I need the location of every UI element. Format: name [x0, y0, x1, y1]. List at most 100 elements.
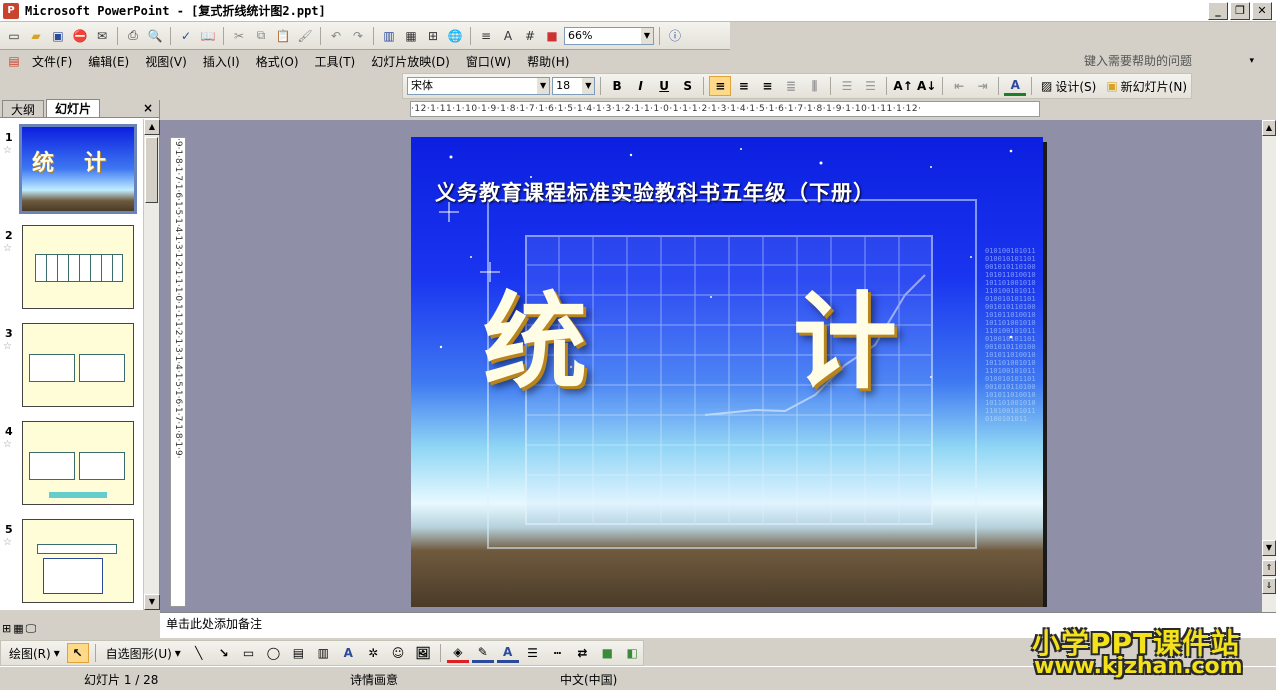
- insert-chart-icon[interactable]: ▥: [379, 26, 399, 46]
- tab-outline[interactable]: 大纲: [2, 100, 45, 117]
- email-icon[interactable]: ✉: [92, 26, 112, 46]
- arrow-style-icon[interactable]: ⇄: [571, 643, 593, 663]
- editor-scrollbar[interactable]: ▲ ▼ ⇑ ⇓: [1262, 120, 1276, 612]
- thumbnail-scrollbar[interactable]: ▲ ▼: [143, 119, 160, 610]
- menu-file[interactable]: 文件(F): [24, 53, 80, 70]
- design-button[interactable]: ▨ 设计(S): [1037, 78, 1100, 95]
- print-icon[interactable]: ⎙: [123, 26, 143, 46]
- menu-slideshow[interactable]: 幻灯片放映(D): [363, 53, 458, 70]
- font-color-icon[interactable]: A: [496, 643, 519, 663]
- scroll-down-icon[interactable]: ▼: [144, 594, 160, 610]
- spelling-icon[interactable]: ✓: [176, 26, 196, 46]
- new-slide-button[interactable]: ▣ 新幻灯片(N): [1102, 78, 1191, 95]
- menu-tools[interactable]: 工具(T): [307, 53, 364, 70]
- horizontal-ruler[interactable]: ·12·1·11·1·10·1·9·1·8·1·7·1·6·1·5·1·4·1·…: [410, 101, 1040, 117]
- align-center-icon[interactable]: ≡: [733, 76, 755, 96]
- zoom-select[interactable]: 66% ▼: [564, 26, 654, 45]
- bold-button[interactable]: B: [606, 76, 628, 96]
- slide-title-char-2[interactable]: 计: [793, 257, 897, 408]
- print-preview-icon[interactable]: 🔍: [145, 26, 165, 46]
- scroll-down-icon[interactable]: ▼: [1262, 540, 1276, 556]
- previous-slide-icon[interactable]: ⇑: [1262, 560, 1276, 576]
- minimize-button[interactable]: _: [1208, 2, 1228, 20]
- chevron-down-icon[interactable]: ▼: [537, 78, 550, 94]
- menu-format[interactable]: 格式(O): [248, 53, 307, 70]
- clipart-icon[interactable]: ☺: [387, 643, 409, 663]
- scroll-up-icon[interactable]: ▲: [144, 119, 160, 135]
- picture-icon[interactable]: 🖼: [412, 643, 434, 663]
- format-painter-icon[interactable]: 🖌: [295, 26, 315, 46]
- document-icon[interactable]: ▤: [4, 51, 24, 71]
- scroll-thumb[interactable]: [145, 137, 158, 203]
- slide-thumbnail-row[interactable]: 5 ☆: [0, 511, 143, 609]
- open-folder-icon[interactable]: ▰: [26, 26, 46, 46]
- menu-edit[interactable]: 编辑(E): [80, 53, 137, 70]
- help-search-input[interactable]: 键入需要帮助的问题: [1084, 52, 1192, 69]
- menu-view[interactable]: 视图(V): [137, 53, 195, 70]
- help-icon[interactable]: ⓘ: [665, 26, 685, 46]
- draw-menu-button[interactable]: 绘图(R) ▾: [5, 645, 64, 662]
- line-icon[interactable]: ╲: [188, 643, 210, 663]
- line-color-icon[interactable]: ✎: [471, 643, 494, 663]
- slide-thumbnail-3[interactable]: [22, 323, 134, 407]
- slide-thumbnail-2[interactable]: [22, 225, 134, 309]
- paste-icon[interactable]: 📋: [273, 26, 293, 46]
- next-slide-icon[interactable]: ⇓: [1262, 578, 1276, 594]
- slide-thumbnail-row[interactable]: 2 ☆: [0, 217, 143, 315]
- menu-window[interactable]: 窗口(W): [458, 53, 519, 70]
- vertical-ruler[interactable]: ·9·1·8·1·7·1·6·1·5·1·4·1·3·1·2·1·1·1·0·1…: [170, 137, 186, 607]
- copy-icon[interactable]: ⧉: [251, 26, 271, 46]
- slideshow-view-icon[interactable]: 🖵: [26, 622, 37, 640]
- line-style-icon[interactable]: ☰: [522, 643, 544, 663]
- font-size-select[interactable]: 18 ▼: [552, 77, 596, 95]
- redo-icon[interactable]: ↷: [348, 26, 368, 46]
- chevron-down-icon[interactable]: ▼: [641, 27, 653, 44]
- select-objects-icon[interactable]: ↖: [66, 643, 89, 663]
- slide-thumbnail-row[interactable]: 4 ☆: [0, 413, 143, 511]
- expand-all-icon[interactable]: ≡: [476, 26, 496, 46]
- menu-insert[interactable]: 插入(I): [195, 53, 248, 70]
- close-button[interactable]: ✕: [1252, 2, 1272, 20]
- decrease-indent-icon[interactable]: ⇤: [948, 76, 970, 96]
- autoshapes-button[interactable]: 自选图形(U) ▾: [102, 645, 185, 662]
- insert-hyperlink-icon[interactable]: 🌐: [445, 26, 465, 46]
- shadow-button[interactable]: S: [677, 76, 699, 96]
- undo-icon[interactable]: ↶: [326, 26, 346, 46]
- slide-thumbnail-row[interactable]: 1 ☆ 统 计: [0, 119, 143, 217]
- increase-indent-icon[interactable]: ⇥: [972, 76, 994, 96]
- oval-icon[interactable]: ◯: [263, 643, 285, 663]
- current-slide[interactable]: 0101001010110100101011010010101101001010…: [411, 137, 1043, 607]
- tab-slides[interactable]: 幻灯片: [46, 99, 101, 117]
- cut-icon[interactable]: ✂: [229, 26, 249, 46]
- chevron-down-icon[interactable]: ▾: [1249, 56, 1254, 66]
- distribute-icon[interactable]: ⫼: [804, 76, 826, 96]
- slide-title-char-1[interactable]: 统: [483, 257, 587, 408]
- menu-help[interactable]: 帮助(H): [519, 53, 577, 70]
- slide-thumbnail-1[interactable]: 统 计: [19, 124, 137, 214]
- insert-table-icon[interactable]: ▦: [401, 26, 421, 46]
- underline-button[interactable]: U: [653, 76, 675, 96]
- increase-font-icon[interactable]: A↑: [892, 76, 914, 96]
- chevron-down-icon[interactable]: ▼: [582, 78, 595, 94]
- 3d-style-icon[interactable]: ◧: [621, 643, 643, 663]
- textbox-icon[interactable]: ▤: [287, 643, 309, 663]
- show-formatting-icon[interactable]: A: [498, 26, 518, 46]
- new-document-icon[interactable]: ▭: [4, 26, 24, 46]
- wordart-icon[interactable]: A: [337, 643, 359, 663]
- dash-style-icon[interactable]: ┅: [547, 643, 569, 663]
- normal-view-icon[interactable]: ⊞: [2, 622, 11, 640]
- slide-sorter-icon[interactable]: ▦: [13, 622, 23, 640]
- save-icon[interactable]: ▣: [48, 26, 68, 46]
- bullets-icon[interactable]: ☰: [860, 76, 882, 96]
- permission-icon[interactable]: ⛔: [70, 26, 90, 46]
- vertical-textbox-icon[interactable]: ▥: [312, 643, 334, 663]
- arrow-icon[interactable]: ↘: [213, 643, 235, 663]
- font-color-button[interactable]: A: [1004, 76, 1027, 96]
- numbering-icon[interactable]: ☰: [836, 76, 858, 96]
- restore-button[interactable]: ❐: [1230, 2, 1250, 20]
- color-grayscale-icon[interactable]: ■: [542, 26, 562, 46]
- rectangle-icon[interactable]: ▭: [238, 643, 260, 663]
- show-grid-icon[interactable]: #: [520, 26, 540, 46]
- close-icon[interactable]: ×: [143, 101, 153, 115]
- decrease-font-icon[interactable]: A↓: [916, 76, 938, 96]
